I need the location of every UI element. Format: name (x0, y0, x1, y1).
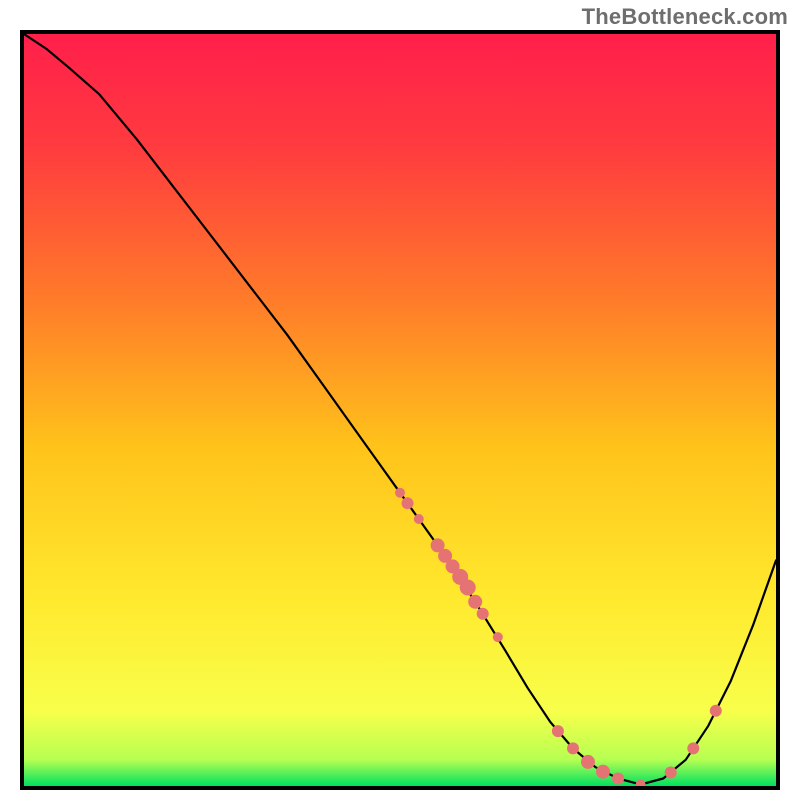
data-marker (612, 773, 624, 785)
data-marker (468, 595, 482, 609)
data-marker (493, 632, 503, 642)
data-marker (596, 765, 610, 779)
data-marker (567, 742, 579, 754)
plot-area (20, 30, 780, 790)
data-marker (552, 725, 564, 737)
watermark-text: TheBottleneck.com (582, 4, 788, 30)
data-marker (687, 742, 699, 754)
gradient-background (24, 34, 776, 786)
plot-svg (24, 34, 776, 786)
data-marker (402, 497, 414, 509)
data-marker (414, 514, 424, 524)
data-marker (581, 755, 595, 769)
data-marker (477, 608, 489, 620)
data-marker (460, 580, 476, 596)
data-marker (395, 488, 405, 498)
chart-frame: TheBottleneck.com (0, 0, 800, 800)
data-marker (710, 705, 722, 717)
data-marker (665, 767, 677, 779)
